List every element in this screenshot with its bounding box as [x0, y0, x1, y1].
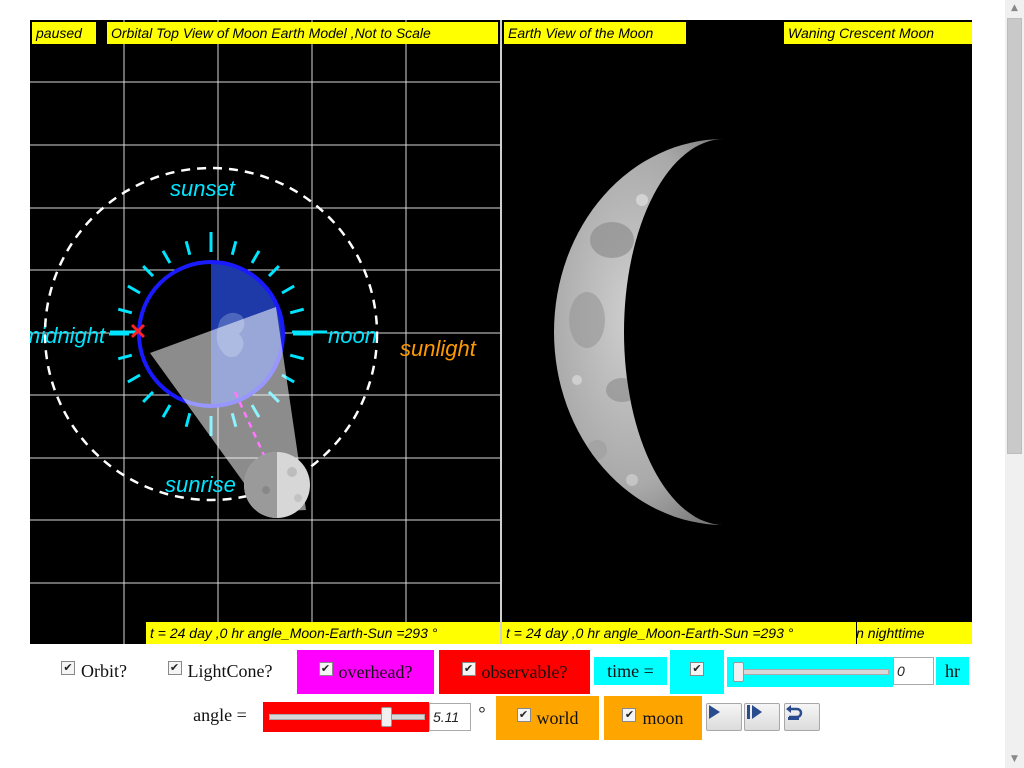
midnight-label: midnight	[30, 323, 106, 348]
reset-icon	[786, 705, 803, 720]
orbit-checkbox[interactable]: ✔	[61, 661, 75, 675]
time-slider-thumb[interactable]	[733, 662, 744, 682]
left-view-title: Orbital Top View of Moon Earth Model ,No…	[107, 22, 498, 44]
lightcone-label: LightCone?	[187, 660, 273, 681]
world-checkbox[interactable]: ✔	[516, 708, 531, 722]
orbital-canvas: sunset midnight noon sunlight sunrise	[30, 20, 500, 644]
scroll-up-icon[interactable]: ▲	[1005, 0, 1024, 17]
world-toggle[interactable]: ✔ world	[496, 696, 599, 740]
hour-tick	[142, 265, 155, 278]
angle-slider-track	[269, 714, 425, 720]
hour-tick	[281, 284, 295, 295]
sunset-label: sunset	[170, 176, 236, 201]
play-icon	[709, 705, 720, 719]
hour-tick	[127, 373, 141, 384]
hour-tick	[142, 390, 155, 403]
reset-button[interactable]	[784, 703, 820, 731]
observable-toggle[interactable]: ✔ observable?	[439, 650, 590, 694]
angle-slider-thumb[interactable]	[380, 707, 392, 727]
hour-tick	[250, 250, 261, 264]
moon[interactable]	[244, 452, 310, 518]
scroll-down-icon[interactable]: ▼	[1005, 751, 1024, 768]
time-label: time =	[594, 657, 667, 685]
moon-view-canvas	[554, 139, 724, 525]
time-checkbox[interactable]: ✔	[690, 662, 704, 676]
orbit-label: Orbit?	[81, 660, 127, 681]
hour-tick	[117, 353, 133, 361]
overhead-toggle[interactable]: ✔ overhead?	[297, 650, 434, 694]
earth-view-of-moon: Earth View of the Moon Waning Crescent M…	[502, 20, 972, 644]
moon-phase-label: Waning Crescent Moon	[784, 22, 972, 44]
time-input[interactable]: 0	[893, 657, 934, 685]
step-forward-icon	[747, 705, 762, 719]
scrollbar-thumb[interactable]	[1007, 18, 1022, 454]
observable-label: observable?	[481, 661, 568, 682]
hour-tick	[184, 412, 192, 428]
hour-tick	[289, 353, 305, 361]
moon-toggle[interactable]: ✔ moon	[604, 696, 702, 740]
sunlight-label: sunlight	[400, 336, 477, 361]
time-slider[interactable]	[727, 657, 893, 687]
angle-label: angle =	[193, 704, 247, 725]
angle-slider[interactable]	[263, 702, 429, 732]
hour-tick	[161, 250, 172, 264]
hour-tick	[289, 307, 305, 315]
right-view-title: Earth View of the Moon	[504, 22, 686, 44]
hour-tick	[161, 404, 172, 418]
hour-tick	[117, 307, 133, 315]
lightcone-toggle[interactable]: ✔ LightCone?	[150, 655, 290, 687]
time-of-day-label: in nighttime	[857, 622, 972, 644]
observable-checkbox[interactable]: ✔	[461, 662, 476, 676]
time-toggle[interactable]: ✔	[670, 650, 724, 694]
hour-tick	[230, 240, 238, 256]
step-forward-button[interactable]	[744, 703, 780, 731]
play-button[interactable]	[706, 703, 742, 731]
right-readout: t = 24 day ,0 hr angle_Moon-Earth-Sun =2…	[502, 622, 856, 644]
hour-tick	[267, 265, 280, 278]
world-label: world	[536, 707, 579, 728]
angle-unit: °	[478, 702, 486, 723]
moon-label: moon	[642, 707, 684, 728]
overhead-label: overhead?	[338, 661, 413, 682]
hour-tick	[127, 284, 141, 295]
lightcone-checkbox[interactable]: ✔	[167, 661, 182, 675]
sunrise-label: sunrise	[165, 472, 236, 497]
status-label: paused	[32, 22, 96, 44]
time-slider-track	[733, 669, 889, 675]
crescent-moon	[554, 139, 724, 525]
moon-checkbox[interactable]: ✔	[622, 708, 637, 722]
time-unit: hr	[936, 657, 969, 685]
hour-tick	[184, 240, 192, 256]
angle-input[interactable]: 5.11	[429, 703, 471, 731]
noon-label: noon	[328, 323, 377, 348]
orbit-toggle[interactable]: ✔ Orbit?	[46, 655, 142, 687]
overhead-checkbox[interactable]: ✔	[318, 662, 333, 676]
left-readout: t = 24 day ,0 hr angle_Moon-Earth-Sun =2…	[146, 622, 500, 644]
orbital-top-view[interactable]: sunset midnight noon sunlight sunrise pa…	[30, 20, 500, 644]
